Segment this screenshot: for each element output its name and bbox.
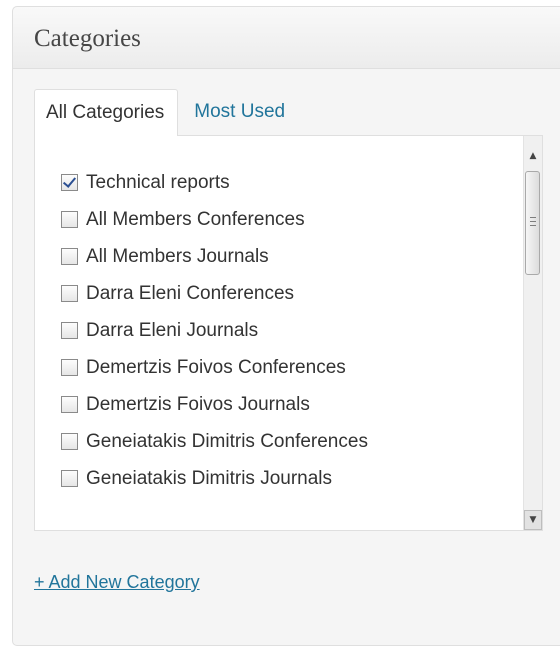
category-item[interactable]: Geneiatakis Dimitris Journals [61, 460, 368, 497]
category-label: Geneiatakis Dimitris Conferences [86, 430, 368, 452]
category-checkbox[interactable] [61, 396, 78, 413]
category-checkbox[interactable] [61, 470, 78, 487]
category-label: Geneiatakis Dimitris Journals [86, 467, 333, 489]
category-checkbox[interactable] [61, 359, 78, 376]
category-item[interactable]: All Members Conferences [61, 201, 368, 238]
vertical-scrollbar[interactable]: ▲ ▼ [523, 136, 542, 530]
scrollbar-thumb[interactable] [525, 171, 540, 275]
category-item[interactable]: Technical reports [61, 164, 368, 201]
tab-most-used[interactable]: Most Used [178, 89, 298, 135]
add-new-category-link[interactable]: + Add New Category [34, 572, 200, 593]
category-label: Demertzis Foivos Journals [86, 393, 310, 415]
category-item[interactable]: Demertzis Foivos Journals [61, 386, 368, 423]
category-checkbox[interactable] [61, 285, 78, 302]
scroll-down-icon[interactable]: ▼ [524, 510, 542, 530]
category-list: Technical reports All Members Conference… [61, 164, 368, 497]
category-item[interactable]: All Members Journals [61, 238, 368, 275]
category-label: Darra Eleni Journals [86, 319, 259, 341]
grip-lines-icon [530, 217, 536, 228]
category-label: Darra Eleni Conferences [86, 282, 295, 304]
category-checkbox[interactable] [61, 211, 78, 228]
scroll-up-icon[interactable]: ▲ [524, 146, 542, 166]
category-label: All Members Conferences [86, 208, 305, 230]
panel-title: Categories [34, 25, 141, 52]
category-list-box[interactable]: Technical reports All Members Conference… [34, 135, 543, 531]
category-tabs: All Categories Most Used [34, 89, 298, 136]
category-item[interactable]: Darra Eleni Journals [61, 312, 368, 349]
category-checkbox[interactable] [61, 248, 78, 265]
category-checkbox[interactable] [61, 433, 78, 450]
category-item[interactable]: Demertzis Foivos Conferences [61, 349, 368, 386]
category-item[interactable]: Geneiatakis Dimitris Conferences [61, 423, 368, 460]
category-checkbox[interactable] [61, 322, 78, 339]
category-item[interactable]: Darra Eleni Conferences [61, 275, 368, 312]
category-label: Demertzis Foivos Conferences [86, 356, 346, 378]
category-checkbox[interactable] [61, 174, 78, 191]
category-label: Technical reports [86, 171, 230, 193]
category-label: All Members Journals [86, 245, 269, 267]
tab-all-categories[interactable]: All Categories [34, 89, 179, 136]
categories-panel: Categories All Categories Most Used Tech… [12, 6, 560, 646]
